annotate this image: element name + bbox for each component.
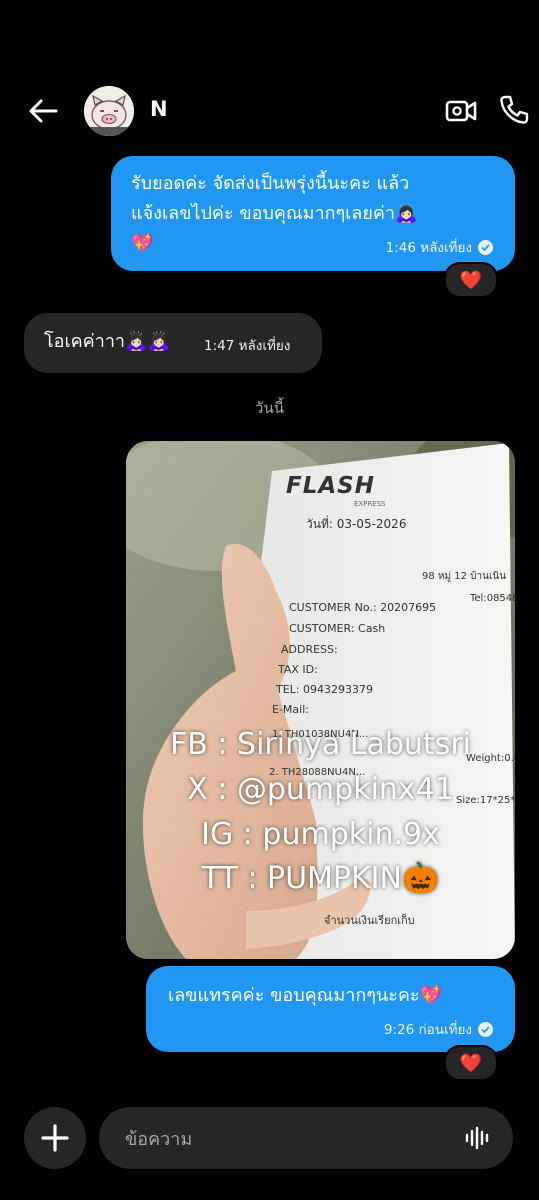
receipt-footer: จำนวนเงินเรียกเก็บ <box>324 914 415 927</box>
message-line: แจ้งเลขไปค่ะ ขอบคุณมากๆเลยค่า🙇🏻‍♀️ <box>131 203 418 224</box>
message-text: โอเคค่าาา🙇🏻‍♀️🙇🏻‍♀️ <box>44 331 170 352</box>
message-line: 💖 <box>131 233 154 254</box>
receipt-address: ADDRESS: <box>281 643 338 656</box>
add-attachment-button[interactable] <box>24 1107 86 1169</box>
watermark-line: TT : PUMPKIN🎃 <box>201 861 440 896</box>
pig-avatar-icon <box>84 86 134 136</box>
message-text: เลขแทรคค่ะ ขอบคุณมากๆนะคะ💖 <box>168 985 443 1006</box>
message-time: 9:26 ก่อนเที่ยง <box>383 1022 472 1038</box>
heart-reaction[interactable]: ❤️ <box>444 1045 498 1081</box>
receipt-email: E-Mail: <box>272 703 309 716</box>
video-camera-icon[interactable] <box>444 94 478 128</box>
phone-icon[interactable] <box>497 93 531 127</box>
message-meta: 9:26 ก่อนเที่ยง <box>384 1018 493 1040</box>
chat-header: N <box>0 78 539 144</box>
receipt-customer: CUSTOMER: Cash <box>289 622 386 635</box>
receipt-tax-id: TAX ID: <box>278 663 318 676</box>
message-composer <box>0 1103 539 1175</box>
watermark-line: X : @pumpkinx41 <box>187 772 454 807</box>
heart-reaction-emoji: ❤️ <box>459 1052 483 1074</box>
receipt-brand-sub: EXPRESS <box>354 500 386 508</box>
message-meta: 1:46 หลังเที่ยง <box>386 236 493 258</box>
message-input-container <box>99 1107 513 1171</box>
message-time: 1:47 หลังเที่ยง <box>204 338 291 354</box>
message-time: 1:46 หลังเที่ยง <box>385 240 472 256</box>
receipt-tel-right: Tel:08548 <box>470 593 515 604</box>
watermark-line: IG : pumpkin.9x <box>201 817 440 852</box>
receipt-tel: TEL: 0943293379 <box>276 683 373 696</box>
receipt-address-line: 98 หมู่ 12 บ้านเนิน <box>422 571 507 582</box>
outgoing-message[interactable]: รับยอดค่ะ จัดส่งเป็นพรุ่งนี้นะคะ แล้ว แจ… <box>111 156 515 271</box>
back-arrow-icon[interactable] <box>26 94 60 128</box>
receipt-brand: FLASH <box>286 473 375 499</box>
heart-reaction[interactable]: ❤️ <box>444 262 498 298</box>
incoming-message[interactable]: โอเคค่าาา🙇🏻‍♀️🙇🏻‍♀️ 1:47 หลังเที่ยง <box>24 313 322 373</box>
outgoing-message[interactable]: เลขแทรคค่ะ ขอบคุณมากๆนะคะ💖 9:26 ก่อนเที่… <box>146 966 515 1052</box>
photo-message[interactable]: FLASH EXPRESS วันที่: 03-05-2026 98 หมู่… <box>126 441 515 959</box>
avatar[interactable] <box>84 86 134 136</box>
contact-name[interactable]: N <box>150 97 168 121</box>
receipt-date: วันที่: 03-05-2026 <box>306 517 407 531</box>
message-line: รับยอดค่ะ จัดส่งเป็นพรุ่งนี้นะคะ แล้ว <box>131 173 410 194</box>
date-divider: วันนี้ <box>255 399 284 417</box>
waveform-icon[interactable] <box>465 1126 491 1150</box>
read-check-icon <box>478 1021 493 1037</box>
plus-icon <box>41 1124 69 1152</box>
read-check-icon <box>478 239 493 255</box>
heart-reaction-emoji: ❤️ <box>459 269 483 291</box>
receipt-customer-no: CUSTOMER No.: 20207695 <box>289 601 437 614</box>
watermark-line: FB : Sirinya Labutsri <box>170 727 471 762</box>
message-input[interactable] <box>123 1107 447 1171</box>
